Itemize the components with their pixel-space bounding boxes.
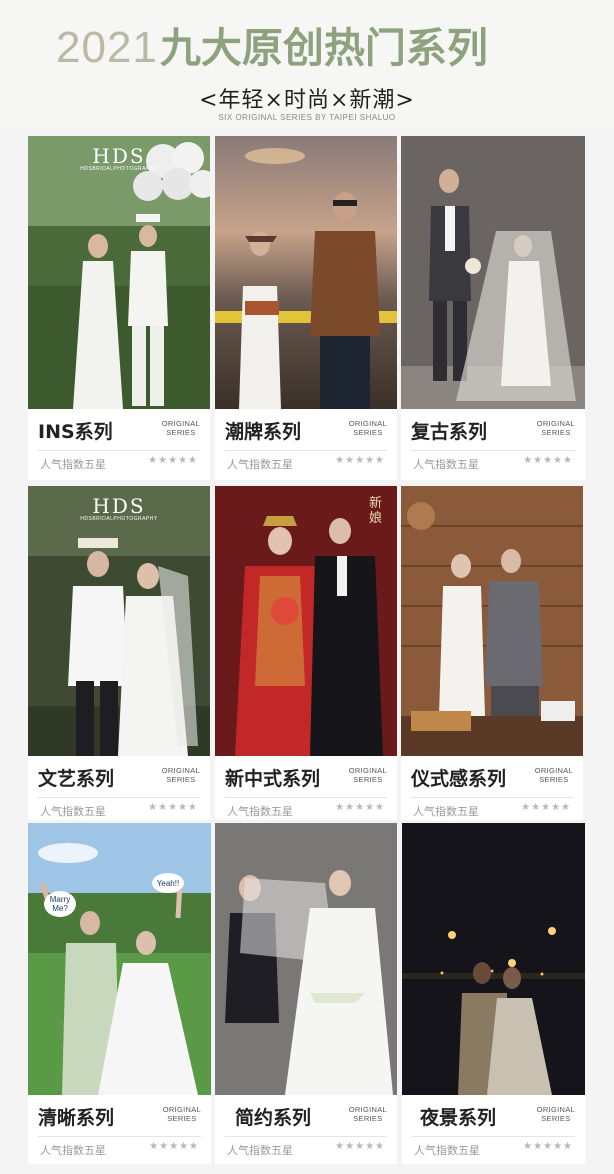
series-meta: INS系列 ORIGINAL SERIES 人气指数五星 ★★★★★	[28, 409, 210, 480]
yeah-sign: Yeah!!	[152, 873, 184, 893]
series-meta: 潮牌系列 ORIGINAL SERIES 人气指数五星 ★★★★★	[215, 409, 397, 480]
subline: SIX ORIGINAL SERIES BY TAIPEI SHALUO	[218, 113, 396, 122]
rating-stars: ★★★★★	[335, 802, 385, 813]
series-meta: 简约系列 ORIGINAL SERIES 人气指数五星 ★★★★★	[215, 1095, 397, 1164]
original-series-label: ORIGINAL SERIES	[348, 1105, 387, 1123]
series-card-literary[interactable]: HDS HDSBRIDALPHOTOGRAPHY 文艺系列 ORIGINAL SE…	[28, 486, 210, 820]
original-series-label: ORIGINAL SERIES	[348, 766, 387, 784]
series-card-ins[interactable]: HDS HDSBRIDALPHOTOGRAPHY INS系列 ORIGINAL S…	[28, 136, 210, 480]
series-photo: HDS HDSBRIDALPHOTOGRAPHY	[28, 136, 210, 409]
tagline: <年轻×时尚×新潮>	[199, 88, 415, 113]
popularity-label: 人气指数五星	[227, 805, 293, 818]
popularity-label: 人气指数五星	[227, 1144, 293, 1157]
series-card-retro[interactable]: 复古系列 ORIGINAL SERIES 人气指数五星 ★★★★★	[401, 136, 585, 480]
brand-logo: HDS HDSBRIDALPHOTOGRAPHY	[80, 144, 158, 172]
divider	[38, 1136, 201, 1137]
seal-text: 新娘	[369, 496, 383, 526]
series-meta: 清晰系列 ORIGINAL SERIES 人气指数五星 ★★★★★	[28, 1095, 211, 1164]
original-series-label: ORIGINAL SERIES	[534, 766, 573, 784]
divider	[225, 797, 387, 798]
series-photo	[401, 486, 583, 756]
divider	[225, 450, 387, 451]
series-card-clear[interactable]: Marry Me? Yeah!! 清晰系列 ORIGINAL SERIES 人气指…	[28, 823, 211, 1164]
series-name: 潮牌系列	[225, 421, 302, 443]
series-name: 复古系列	[411, 421, 488, 443]
popularity-label: 人气指数五星	[413, 458, 479, 471]
series-name: 文艺系列	[38, 768, 115, 790]
series-meta: 文艺系列 ORIGINAL SERIES 人气指数五星 ★★★★★	[28, 756, 210, 820]
series-card-simple[interactable]: 简约系列 ORIGINAL SERIES 人气指数五星 ★★★★★	[215, 823, 397, 1164]
series-name: 夜景系列	[420, 1107, 497, 1129]
divider	[411, 450, 575, 451]
original-series-label: ORIGINAL SERIES	[161, 419, 200, 437]
brand-logo: HDS HDSBRIDALPHOTOGRAPHY	[80, 494, 158, 522]
rating-stars: ★★★★★	[148, 802, 198, 813]
series-name: 清晰系列	[38, 1107, 115, 1129]
series-meta: 复古系列 ORIGINAL SERIES 人气指数五星 ★★★★★	[401, 409, 585, 480]
original-series-label: ORIGINAL SERIES	[161, 766, 200, 784]
rating-stars: ★★★★★	[335, 1141, 385, 1152]
original-series-label: ORIGINAL SERIES	[162, 1105, 201, 1123]
series-photo	[402, 823, 585, 1095]
page-header: 2021 九大原创热门系列 <年轻×时尚×新潮> SIX ORIGINAL SE…	[0, 0, 614, 130]
marry-me-sign: Marry Me?	[44, 891, 76, 917]
original-series-label: ORIGINAL SERIES	[348, 419, 387, 437]
rating-stars: ★★★★★	[149, 1141, 199, 1152]
divider	[411, 797, 573, 798]
series-photo: 新娘	[215, 486, 397, 756]
series-name: 简约系列	[235, 1107, 312, 1129]
original-series-label: ORIGINAL SERIES	[536, 1105, 575, 1123]
title-text: 九大原创热门系列	[159, 24, 488, 72]
popularity-label: 人气指数五星	[413, 805, 479, 818]
rating-stars: ★★★★★	[335, 455, 385, 466]
series-card-chinese[interactable]: 新娘 新中式系列 ORIGINAL SERIES 人气指数五星 ★★★★★	[215, 486, 397, 820]
popularity-label: 人气指数五星	[40, 805, 106, 818]
series-photo	[401, 136, 585, 409]
popularity-label: 人气指数五星	[40, 458, 106, 471]
page-title: 2021 九大原创热门系列	[56, 14, 488, 74]
divider	[225, 1136, 387, 1137]
divider	[38, 450, 200, 451]
series-photo	[215, 823, 397, 1095]
popularity-label: 人气指数五星	[40, 1144, 106, 1157]
series-meta: 夜景系列 ORIGINAL SERIES 人气指数五星 ★★★★★	[402, 1095, 585, 1164]
series-photo	[215, 136, 397, 409]
rating-stars: ★★★★★	[523, 1141, 573, 1152]
title-year: 2021	[56, 23, 158, 72]
divider	[412, 1136, 575, 1137]
series-name: INS系列	[38, 421, 113, 443]
series-name: 新中式系列	[225, 768, 321, 790]
original-series-label: ORIGINAL SERIES	[536, 419, 575, 437]
divider	[38, 797, 200, 798]
series-card-ceremony[interactable]: 仪式感系列 ORIGINAL SERIES 人气指数五星 ★★★★★	[401, 486, 583, 820]
series-photo: Marry Me? Yeah!!	[28, 823, 211, 1095]
series-meta: 仪式感系列 ORIGINAL SERIES 人气指数五星 ★★★★★	[401, 756, 583, 820]
rating-stars: ★★★★★	[523, 455, 573, 466]
popularity-label: 人气指数五星	[227, 458, 293, 471]
series-card-trend[interactable]: 潮牌系列 ORIGINAL SERIES 人气指数五星 ★★★★★	[215, 136, 397, 480]
rating-stars: ★★★★★	[521, 802, 571, 813]
series-name: 仪式感系列	[411, 768, 507, 790]
series-card-night[interactable]: 夜景系列 ORIGINAL SERIES 人气指数五星 ★★★★★	[402, 823, 585, 1164]
popularity-label: 人气指数五星	[414, 1144, 480, 1157]
rating-stars: ★★★★★	[148, 455, 198, 466]
series-photo: HDS HDSBRIDALPHOTOGRAPHY	[28, 486, 210, 756]
series-meta: 新中式系列 ORIGINAL SERIES 人气指数五星 ★★★★★	[215, 756, 397, 820]
